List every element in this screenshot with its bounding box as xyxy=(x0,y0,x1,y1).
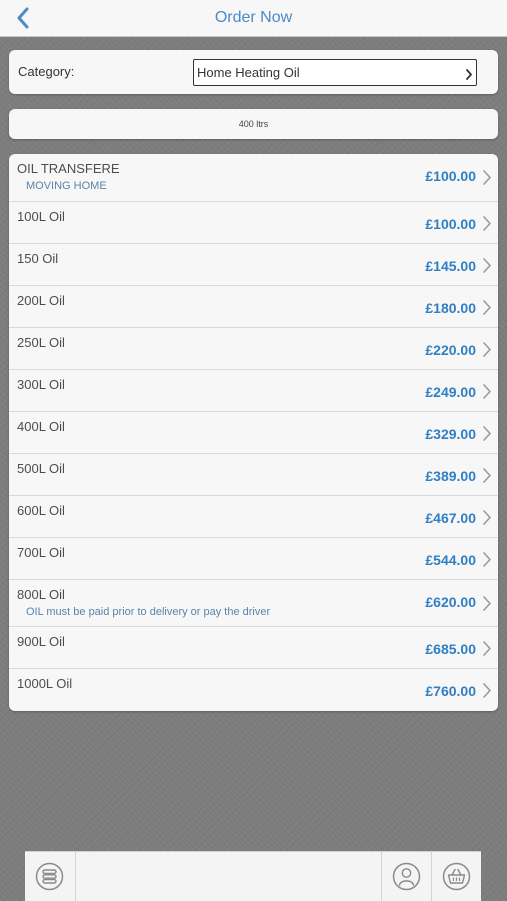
product-name: 200L Oil xyxy=(17,293,65,308)
product-price: £180.00 xyxy=(425,300,476,316)
product-note: OIL must be paid prior to delivery or pa… xyxy=(26,606,271,618)
product-row[interactable]: 150 Oil £145.00 xyxy=(9,243,498,285)
bottom-toolbar xyxy=(25,851,481,901)
chevron-right-icon xyxy=(482,682,492,704)
product-price: £249.00 xyxy=(425,384,476,400)
product-row[interactable]: 700L Oil £544.00 xyxy=(9,537,498,579)
product-row[interactable]: 400L Oil £329.00 xyxy=(9,411,498,453)
product-row[interactable]: 1000L Oil £760.00 xyxy=(9,668,498,710)
product-row[interactable]: 500L Oil £389.00 xyxy=(9,453,498,495)
nav-bar: Order Now xyxy=(0,0,507,37)
chevron-right-icon xyxy=(482,467,492,489)
product-row[interactable]: OIL TRANSFERE MOVING HOME £100.00 xyxy=(9,154,498,201)
product-row[interactable]: 200L Oil £180.00 xyxy=(9,285,498,327)
product-list: OIL TRANSFERE MOVING HOME £100.00 100L Oil £… xyxy=(9,154,498,711)
chevron-right-icon xyxy=(465,67,473,85)
chevron-right-icon xyxy=(482,169,492,191)
product-row[interactable]: 900L Oil £685.00 xyxy=(9,626,498,668)
product-name: 300L Oil xyxy=(17,377,65,392)
quantity-panel[interactable]: 400 ltrs xyxy=(9,109,498,139)
menu-button[interactable] xyxy=(25,852,74,901)
page-title: Order Now xyxy=(214,9,293,26)
product-name: 800L Oil xyxy=(17,587,65,602)
product-name: 1000L Oil xyxy=(17,676,73,691)
product-price: £329.00 xyxy=(425,426,476,442)
product-price: £220.00 xyxy=(425,342,476,358)
product-name: 600L Oil xyxy=(17,503,65,518)
product-row[interactable]: 300L Oil £249.00 xyxy=(9,369,498,411)
product-note: MOVING HOME xyxy=(26,180,107,192)
category-select[interactable]: Home Heating Oil xyxy=(193,59,477,86)
chevron-right-icon xyxy=(482,551,492,573)
chevron-right-icon xyxy=(482,257,492,279)
quantity-text: 400 ltrs xyxy=(238,119,269,129)
basket-button[interactable] xyxy=(432,852,481,901)
product-name: 150 Oil xyxy=(17,251,59,266)
category-panel: Category: Home Heating Oil xyxy=(9,50,498,94)
chevron-right-icon xyxy=(482,509,492,531)
chevron-right-icon xyxy=(482,215,492,237)
product-price: £100.00 xyxy=(425,216,476,232)
product-price: £685.00 xyxy=(425,641,476,657)
product-price: £145.00 xyxy=(425,258,476,274)
product-price: £620.00 xyxy=(425,594,476,610)
product-price: £544.00 xyxy=(425,552,476,568)
chevron-right-icon xyxy=(482,595,492,617)
profile-button[interactable] xyxy=(382,852,431,901)
category-label: Category: xyxy=(18,64,75,79)
chevron-right-icon xyxy=(482,383,492,405)
product-price: £760.00 xyxy=(425,683,476,699)
product-name: OIL TRANSFERE xyxy=(17,161,120,176)
product-name: 100L Oil xyxy=(17,209,65,224)
category-value: Home Heating Oil xyxy=(197,65,300,80)
product-price: £389.00 xyxy=(425,468,476,484)
product-row[interactable]: 600L Oil £467.00 xyxy=(9,495,498,537)
product-price: £100.00 xyxy=(425,168,476,184)
chevron-right-icon xyxy=(482,640,492,662)
product-price: £467.00 xyxy=(425,510,476,526)
product-name: 250L Oil xyxy=(17,335,65,350)
chevron-right-icon xyxy=(482,341,492,363)
product-row[interactable]: 100L Oil £100.00 xyxy=(9,201,498,243)
product-row[interactable]: 250L Oil £220.00 xyxy=(9,327,498,369)
chevron-right-icon xyxy=(482,299,492,321)
product-name: 700L Oil xyxy=(17,545,65,560)
product-name: 500L Oil xyxy=(17,461,65,476)
toolbar-divider xyxy=(75,852,76,901)
product-row[interactable]: 800L Oil OIL must be paid prior to delive… xyxy=(9,579,498,626)
product-name: 900L Oil xyxy=(17,634,65,649)
chevron-right-icon xyxy=(482,425,492,447)
product-name: 400L Oil xyxy=(17,419,65,434)
